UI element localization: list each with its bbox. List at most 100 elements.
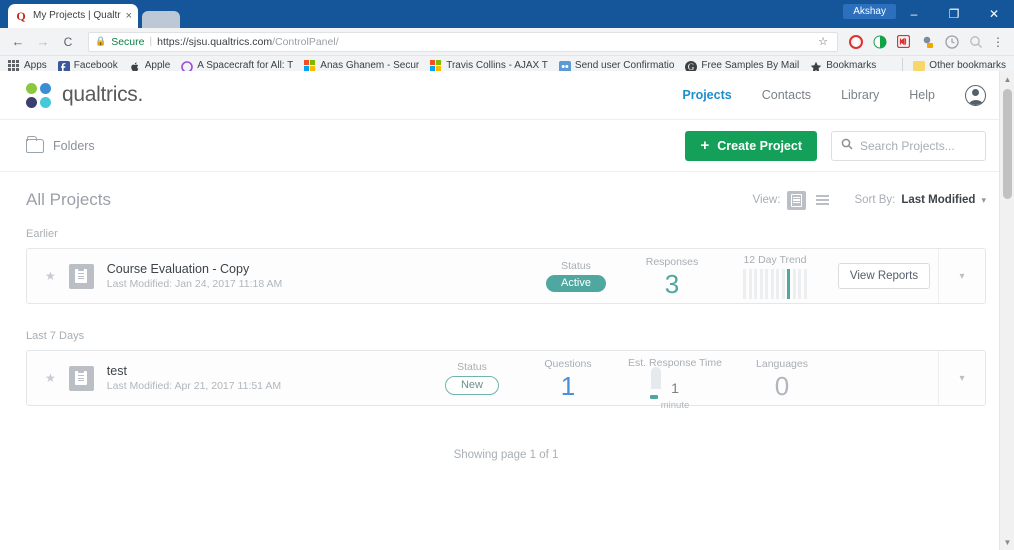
qualtrics-logo[interactable]: qualtrics.	[26, 82, 143, 108]
project-modified: Last Modified: Jan 24, 2017 11:18 AM	[106, 278, 283, 290]
page-content: qualtrics. Projects Contacts Library Hel…	[0, 71, 1014, 550]
project-name[interactable]: test	[107, 364, 281, 378]
qualtrics-header: qualtrics. Projects Contacts Library Hel…	[0, 71, 1014, 120]
bookmark-free-samples[interactable]: G Free Samples By Mail	[685, 60, 800, 73]
browser-window: Q My Projects | Qualtrics Su × Akshay – …	[0, 0, 1014, 550]
bookmark-label: Travis Collins - AJAX T	[446, 60, 548, 71]
stat-languages: Languages 0	[734, 351, 830, 405]
reload-icon[interactable]: C	[57, 31, 79, 53]
scroll-down-icon[interactable]: ▼	[1000, 534, 1014, 550]
bookmark-label: Send user Confirmatio	[574, 60, 675, 71]
project-row[interactable]: ★ test Last Modified: Apr 21, 2017 11:51…	[26, 350, 986, 411]
search-projects-box[interactable]	[831, 130, 986, 161]
browser-tab[interactable]: Q My Projects | Qualtrics Su ×	[8, 4, 138, 28]
bookmark-label: Anas Ghanem - Secur	[320, 60, 420, 71]
microsoft-icon	[430, 59, 442, 72]
project-modified: Last Modified: Apr 21, 2017 11:51 AM	[106, 380, 282, 392]
scrollbar-thumb[interactable]	[1003, 89, 1012, 199]
plus-icon: +	[700, 136, 710, 154]
forward-icon[interactable]: →	[32, 31, 54, 53]
browser-titlebar: Q My Projects | Qualtrics Su × Akshay – …	[0, 0, 1014, 28]
nav-help[interactable]: Help	[909, 88, 935, 102]
bookmark-label: A Spacecraft for All: T	[197, 60, 294, 71]
address-bar[interactable]: 🔒 Secure | https://sjsu.qualtrics.com/Co…	[88, 31, 838, 52]
bookmark-spacecraft[interactable]: A Spacecraft for All: T	[181, 60, 294, 73]
close-icon[interactable]: ✕	[974, 0, 1014, 28]
stat-questions: Questions 1	[520, 351, 616, 405]
red-square-extension-icon[interactable]	[893, 31, 914, 52]
opera-extension-icon[interactable]	[845, 31, 866, 52]
minimize-icon[interactable]: –	[894, 0, 934, 28]
projects-content: All Projects View: Sort By: Last Modifie…	[0, 174, 1014, 461]
folders-label: Folders	[53, 138, 95, 153]
card-view-icon[interactable]	[787, 190, 807, 210]
qualtrics-dots-icon	[26, 82, 51, 108]
search-input[interactable]	[860, 138, 976, 153]
survey-clipboard-icon	[68, 263, 94, 289]
favorite-star-icon[interactable]: ★	[45, 371, 56, 385]
stat-label: Responses	[645, 255, 699, 268]
tab-close-icon[interactable]: ×	[126, 11, 132, 22]
search-extension-icon[interactable]	[965, 31, 986, 52]
trend-sparkline	[743, 268, 807, 299]
nav-projects[interactable]: Projects	[682, 88, 731, 102]
stat-label: Status	[457, 361, 487, 373]
project-action: View Reports	[830, 249, 938, 303]
stat-status: Status Active	[528, 249, 624, 303]
folders-button[interactable]: Folders	[26, 135, 95, 153]
folder-icon	[913, 60, 926, 71]
project-row[interactable]: ★ Course Evaluation - Copy Last Modified…	[26, 248, 986, 304]
bookmark-label: Facebook	[73, 60, 118, 71]
stat-value: 1	[560, 370, 576, 401]
group-label: Last 7 Days	[26, 330, 85, 342]
bookmark-label: Bookmarks	[826, 60, 877, 71]
bookmark-star-icon[interactable]: ☆	[818, 35, 831, 48]
section-header: All Projects View: Sort By: Last Modifie…	[26, 174, 986, 226]
bookmark-anas-ghanem[interactable]: Anas Ghanem - Secur	[304, 59, 420, 72]
url-domain: https://sjsu.qualtrics.com	[157, 35, 273, 48]
colorful-extension-icon[interactable]	[917, 31, 938, 52]
favorite-star-icon[interactable]: ★	[45, 269, 56, 283]
project-group: Last 7 Days ★ test Last Modified: Apr 21…	[26, 330, 986, 411]
project-identity: ★ Course Evaluation - Copy Last Modified…	[27, 249, 282, 303]
bookmark-apps[interactable]: Apps	[8, 59, 47, 72]
bookmark-apple[interactable]: Apple	[129, 60, 170, 72]
page-scrollbar[interactable]: ▲ ▼	[999, 71, 1014, 550]
bookmark-bookmarks-folder[interactable]: Bookmarks	[810, 60, 876, 72]
back-icon[interactable]: ←	[7, 31, 29, 53]
toolbar-actions: + Create Project	[685, 130, 986, 161]
nav-library[interactable]: Library	[841, 88, 879, 102]
clock-extension-icon[interactable]	[941, 31, 962, 52]
window-user-label[interactable]: Akshay	[843, 4, 896, 19]
status-badge: New	[444, 376, 499, 395]
project-identity: ★ test Last Modified: Apr 21, 2017 11:51…	[27, 351, 281, 405]
bookmark-travis-collins[interactable]: Travis Collins - AJAX T	[430, 59, 548, 72]
apps-grid-icon	[8, 59, 20, 72]
sort-by-dropdown[interactable]: Sort By: Last Modified ▾	[854, 194, 986, 206]
maximize-icon[interactable]: ❐	[934, 0, 974, 28]
bookmark-label: Free Samples By Mail	[701, 60, 800, 71]
window-controls: – ❐ ✕	[894, 0, 1014, 28]
search-icon	[841, 137, 853, 155]
stat-label: Languages	[756, 357, 808, 370]
view-toggle-group: View:	[753, 190, 833, 210]
nav-contacts[interactable]: Contacts	[762, 88, 811, 102]
project-menu-chevron-down-icon[interactable]: ▾	[938, 249, 985, 303]
create-project-button[interactable]: + Create Project	[685, 130, 817, 161]
user-avatar-icon[interactable]	[965, 84, 986, 106]
project-name[interactable]: Course Evaluation - Copy	[107, 262, 283, 276]
browser-menu-icon[interactable]: ⋮	[989, 36, 1007, 48]
project-stats: Status New Questions 1 Est. Response Tim…	[424, 351, 985, 411]
project-menu-chevron-down-icon[interactable]: ▾	[938, 351, 985, 405]
green-circle-extension-icon[interactable]	[869, 31, 890, 52]
projects-toolbar: Folders + Create Project	[0, 120, 1014, 172]
view-reports-button[interactable]: View Reports	[837, 263, 931, 289]
new-tab-button[interactable]	[142, 11, 180, 28]
stat-label: Questions	[544, 357, 592, 370]
sort-label: Sort By:	[854, 194, 896, 206]
bookmark-facebook[interactable]: Facebook	[57, 60, 118, 73]
bookmark-send-user-confirmation[interactable]: Send user Confirmatio	[558, 60, 675, 73]
scroll-up-icon[interactable]: ▲	[1000, 71, 1014, 87]
list-view-icon[interactable]	[813, 191, 832, 210]
other-bookmarks-label: Other bookmarks	[929, 60, 1006, 71]
